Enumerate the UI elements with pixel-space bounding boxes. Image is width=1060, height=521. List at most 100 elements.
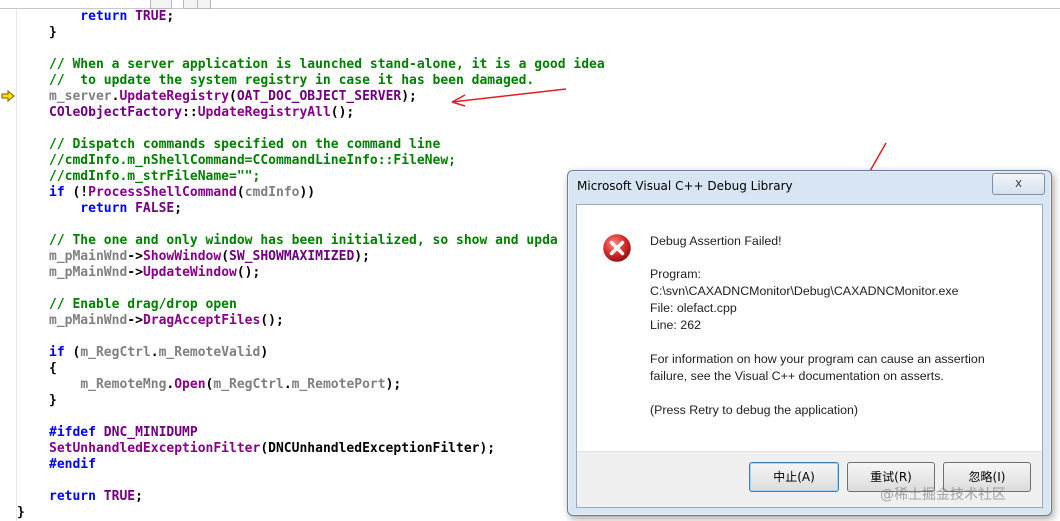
retry-hint: (Press Retry to debug the application) bbox=[650, 403, 858, 417]
code-token: // Dispatch commands specified on the co… bbox=[49, 137, 441, 152]
closing-brace: } bbox=[17, 505, 25, 520]
code-token: ProcessShellCommand bbox=[88, 185, 237, 200]
code-line[interactable]: COleObjectFactory::UpdateRegistryAll(); bbox=[49, 105, 354, 121]
code-token: . bbox=[150, 345, 159, 360]
code-line[interactable]: #ifdef DNC_MINIDUMP bbox=[49, 425, 198, 441]
abort-button[interactable]: 中止(A) bbox=[749, 462, 839, 492]
code-token: return bbox=[49, 489, 104, 504]
code-token: . bbox=[283, 377, 292, 392]
line-info: Line: 262 bbox=[650, 318, 701, 332]
code-token: // Enable drag/drop open bbox=[49, 297, 237, 312]
info-text-1: For information on how your program can … bbox=[650, 352, 985, 366]
code-line[interactable]: m_server.UpdateRegistry(OAT_DOC_OBJECT_S… bbox=[49, 89, 417, 105]
dropdown-fragment bbox=[197, 0, 211, 9]
code-token: -> bbox=[127, 249, 143, 264]
code-line[interactable]: m_pMainWnd->UpdateWindow(); bbox=[49, 265, 260, 281]
code-line[interactable]: { bbox=[49, 361, 57, 377]
code-token: m_pMainWnd bbox=[49, 265, 128, 280]
code-line[interactable]: } bbox=[49, 393, 57, 409]
code-token: if bbox=[49, 345, 65, 360]
code-line[interactable]: // The one and only window has been init… bbox=[49, 233, 558, 249]
code-line[interactable]: #endif bbox=[49, 457, 96, 473]
code-token: ) bbox=[260, 345, 269, 360]
file-info: File: olefact.cpp bbox=[650, 301, 737, 315]
code-line[interactable]: m_RemoteMng.Open(m_RegCtrl.m_RemotePort)… bbox=[49, 377, 401, 393]
code-token: (); bbox=[330, 105, 355, 120]
code-line[interactable]: // to update the system registry in case… bbox=[49, 73, 534, 89]
code-token: cmdInfo bbox=[244, 185, 300, 200]
code-token: COleObjectFactory bbox=[49, 105, 183, 120]
code-token: (DNCUnhandledExceptionFilter); bbox=[260, 441, 496, 456]
code-token: TRUE bbox=[135, 9, 167, 24]
code-token: return bbox=[49, 9, 136, 24]
dialog-body: Debug Assertion Failed! Program: C:\svn\… bbox=[576, 204, 1043, 508]
assertion-dialog: Microsoft Visual C++ Debug Library x Deb… bbox=[567, 170, 1052, 516]
code-line[interactable]: return TRUE; bbox=[49, 9, 174, 25]
code-token: -> bbox=[127, 313, 143, 328]
code-line[interactable]: if (!ProcessShellCommand(cmdInfo)) bbox=[49, 185, 315, 201]
code-token: m_pMainWnd bbox=[49, 249, 128, 264]
code-token: m_RegCtrl bbox=[213, 377, 284, 392]
code-token: m_RemotePort bbox=[291, 377, 386, 392]
code-token: m_pMainWnd bbox=[49, 313, 128, 328]
code-token: ; bbox=[135, 489, 143, 504]
code-token: } bbox=[49, 393, 57, 408]
code-token: )) bbox=[299, 185, 316, 200]
code-token: (! bbox=[64, 185, 89, 200]
code-token: :: bbox=[182, 105, 198, 120]
dialog-titlebar[interactable]: Microsoft Visual C++ Debug Library x bbox=[568, 171, 1051, 204]
code-token: -> bbox=[127, 265, 143, 280]
code-line[interactable]: //cmdInfo.m_nShellCommand=CCommandLineIn… bbox=[49, 153, 456, 169]
code-line[interactable]: SetUnhandledExceptionFilter(DNCUnhandled… bbox=[49, 441, 495, 457]
code-token: OAT_DOC_OBJECT_SERVER bbox=[236, 89, 402, 104]
code-line[interactable]: // Enable drag/drop open bbox=[49, 297, 237, 313]
code-token: SetUnhandledExceptionFilter bbox=[49, 441, 261, 456]
code-line[interactable]: } bbox=[49, 25, 57, 41]
code-token: { bbox=[49, 361, 57, 376]
code-line[interactable]: if (m_RegCtrl.m_RemoteValid) bbox=[49, 345, 268, 361]
code-token: ( bbox=[64, 345, 81, 360]
code-token: FALSE bbox=[135, 201, 175, 216]
code-line[interactable]: return FALSE; bbox=[49, 201, 182, 217]
code-token: ( bbox=[229, 89, 237, 104]
editor-gutter bbox=[0, 9, 17, 521]
tab-fragment bbox=[150, 0, 172, 9]
code-token: m_RemoteValid bbox=[158, 345, 261, 360]
code-token: #ifdef bbox=[49, 425, 96, 440]
code-line[interactable]: m_pMainWnd->DragAcceptFiles(); bbox=[49, 313, 284, 329]
code-token: DragAcceptFiles bbox=[142, 313, 261, 328]
annotation-arrowhead bbox=[451, 94, 466, 107]
code-token: // When a server application is launched… bbox=[49, 57, 605, 72]
watermark: @稀土掘金技术社区 bbox=[880, 487, 1006, 503]
code-token: return bbox=[49, 201, 136, 216]
info-text-2: failure, see the Visual C++ documentatio… bbox=[650, 369, 944, 383]
code-line[interactable]: return TRUE; bbox=[49, 489, 143, 505]
code-token: ( bbox=[236, 185, 245, 200]
code-token: UpdateRegistry bbox=[119, 89, 230, 104]
editor-tab-strip bbox=[0, 0, 1060, 9]
code-line[interactable]: //cmdInfo.m_strFileName=""; bbox=[49, 169, 260, 185]
code-token: m_RegCtrl bbox=[80, 345, 151, 360]
code-token: if bbox=[49, 185, 65, 200]
code-token: ( bbox=[221, 249, 230, 264]
current-statement-arrow-icon bbox=[1, 90, 15, 102]
code-token: DNC_MINIDUMP bbox=[95, 425, 198, 440]
code-line[interactable]: // Dispatch commands specified on the co… bbox=[49, 137, 440, 153]
assertion-heading: Debug Assertion Failed! bbox=[650, 234, 782, 248]
close-button[interactable]: x bbox=[992, 173, 1045, 195]
code-token: UpdateRegistryAll bbox=[197, 105, 331, 120]
code-token: ; bbox=[166, 9, 175, 24]
code-token: (); bbox=[260, 313, 284, 328]
code-token: ); bbox=[401, 89, 417, 104]
dialog-title: Microsoft Visual C++ Debug Library bbox=[577, 179, 793, 193]
code-token: m_RemoteMng bbox=[80, 377, 167, 392]
code-line[interactable]: // When a server application is launched… bbox=[49, 57, 605, 73]
annotation-arrow-line bbox=[451, 88, 567, 103]
code-token: ); bbox=[385, 377, 402, 392]
code-token: Open bbox=[174, 377, 206, 392]
code-token: // The one and only window has been init… bbox=[49, 233, 558, 248]
code-token: } bbox=[49, 25, 57, 40]
code-line[interactable]: m_pMainWnd->ShowWindow(SW_SHOWMAXIMIZED)… bbox=[49, 249, 370, 265]
code-token: //cmdInfo.m_strFileName=""; bbox=[49, 169, 261, 184]
